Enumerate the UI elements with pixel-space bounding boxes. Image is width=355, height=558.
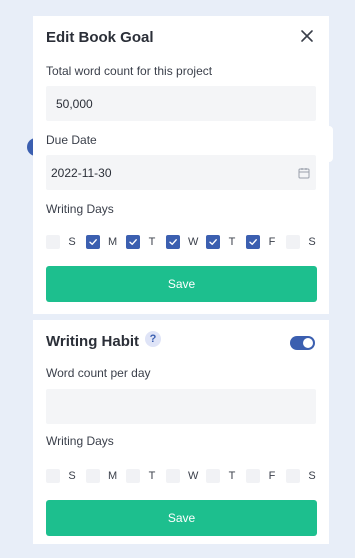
day-letter: M — [108, 236, 118, 248]
toggle-knob — [303, 338, 313, 348]
day-letter: F — [268, 470, 276, 482]
save-writing-habit-button[interactable]: Save — [46, 500, 317, 536]
day-letter: T — [148, 470, 156, 482]
day-checkbox[interactable] — [86, 469, 100, 483]
day-checkbox[interactable] — [126, 235, 140, 249]
total-word-count-label: Total word count for this project — [46, 64, 213, 78]
day-checkbox[interactable] — [286, 469, 300, 483]
day-checkbox[interactable] — [126, 469, 140, 483]
day-checkbox[interactable] — [206, 469, 220, 483]
habit-day-thu[interactable]: T — [206, 469, 236, 483]
due-date-label: Due Date — [46, 133, 97, 147]
book-goal-title: Edit Book Goal — [46, 29, 154, 46]
goal-day-sun[interactable]: S — [46, 235, 76, 249]
due-date-value: 2022-11-30 — [51, 165, 112, 180]
habit-writing-days-selector: SMTWTFS — [46, 469, 316, 483]
edit-book-goal-panel: Edit Book Goal Total word count for this… — [33, 16, 329, 314]
habit-day-wed[interactable]: W — [166, 469, 199, 483]
goal-day-wed[interactable]: W — [166, 235, 199, 249]
day-letter: S — [308, 236, 316, 248]
habit-day-sun[interactable]: S — [46, 469, 76, 483]
day-checkbox[interactable] — [166, 469, 180, 483]
due-date-field[interactable]: 2022-11-30 — [46, 155, 316, 190]
save-book-goal-button[interactable]: Save — [46, 266, 317, 302]
day-checkbox[interactable] — [86, 235, 100, 249]
close-icon[interactable] — [299, 28, 315, 44]
day-checkbox[interactable] — [166, 235, 180, 249]
goal-day-fri[interactable]: F — [246, 235, 276, 249]
goal-day-thu[interactable]: T — [206, 235, 236, 249]
habit-day-mon[interactable]: M — [86, 469, 118, 483]
word-count-per-day-input[interactable] — [46, 389, 316, 424]
day-checkbox[interactable] — [246, 469, 260, 483]
writing-days-label: Writing Days — [46, 202, 114, 216]
day-letter: S — [308, 470, 316, 482]
habit-day-sat[interactable]: S — [286, 469, 316, 483]
day-letter: M — [108, 470, 118, 482]
writing-habit-toggle[interactable] — [290, 336, 315, 350]
day-checkbox[interactable] — [286, 235, 300, 249]
day-letter: W — [188, 236, 199, 248]
help-icon[interactable]: ? — [145, 331, 161, 347]
day-checkbox[interactable] — [246, 235, 260, 249]
day-letter: T — [148, 236, 156, 248]
day-checkbox[interactable] — [46, 469, 60, 483]
word-count-per-day-label: Word count per day — [46, 366, 151, 380]
goal-day-mon[interactable]: M — [86, 235, 118, 249]
writing-habit-panel: Writing Habit ? Word count per day Writi… — [33, 320, 329, 544]
goal-day-sat[interactable]: S — [286, 235, 316, 249]
day-checkbox[interactable] — [46, 235, 60, 249]
day-letter: F — [268, 236, 276, 248]
writing-habit-title: Writing Habit — [46, 333, 140, 350]
day-letter: T — [228, 470, 236, 482]
day-letter: T — [228, 236, 236, 248]
day-letter: S — [68, 236, 76, 248]
writing-days-selector: SMTWTFS — [46, 235, 316, 249]
habit-day-tue[interactable]: T — [126, 469, 156, 483]
calendar-icon[interactable] — [298, 167, 310, 179]
day-letter: S — [68, 470, 76, 482]
habit-day-fri[interactable]: F — [246, 469, 276, 483]
total-word-count-input[interactable] — [46, 86, 316, 121]
day-letter: W — [188, 470, 199, 482]
goal-day-tue[interactable]: T — [126, 235, 156, 249]
day-checkbox[interactable] — [206, 235, 220, 249]
habit-writing-days-label: Writing Days — [46, 434, 114, 448]
